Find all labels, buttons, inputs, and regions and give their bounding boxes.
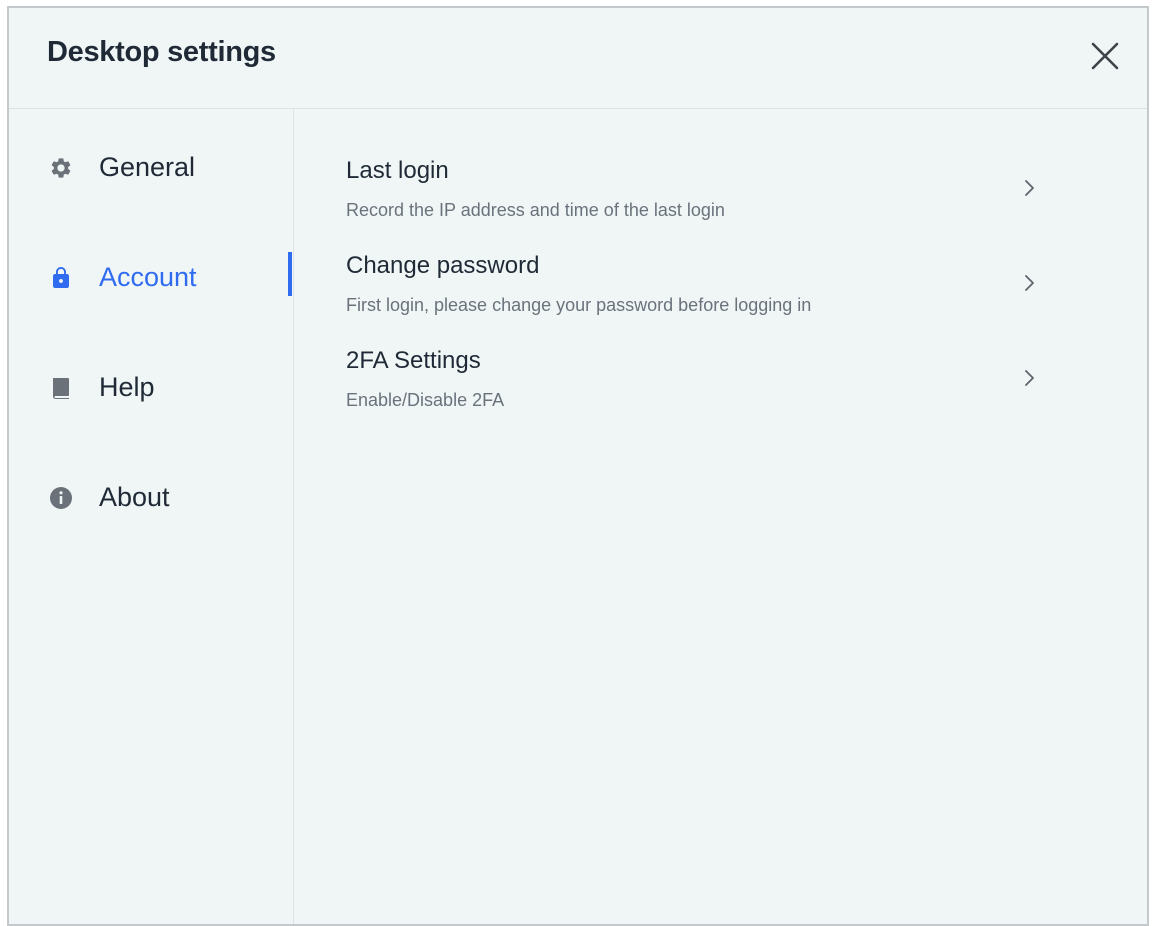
gear-icon <box>51 158 71 178</box>
dialog-title: Desktop settings <box>47 36 276 68</box>
chevron-right-icon <box>1025 275 1034 291</box>
close-icon <box>1091 42 1119 70</box>
sidebar-item-label: General <box>99 152 196 182</box>
dialog-header: Desktop settings <box>9 8 1147 109</box>
row-title: 2FA Settings <box>346 347 481 374</box>
2fa-settings-row[interactable]: 2FA Settings Enable/Disable 2FA <box>294 333 1054 421</box>
settings-window: Desktop settings General Account Help Ab… <box>7 6 1149 926</box>
row-title: Last login <box>346 157 449 184</box>
sidebar-item-label: Account <box>99 262 197 292</box>
row-description: Enable/Disable 2FA <box>346 390 505 410</box>
sidebar-item-label: About <box>99 482 170 512</box>
change-password-row[interactable]: Change password First login, please chan… <box>294 238 1054 326</box>
sidebar-item-help[interactable]: Help <box>9 358 294 418</box>
sidebar-item-about[interactable]: About <box>9 468 294 528</box>
last-login-row[interactable]: Last login Record the IP address and tim… <box>294 143 1054 231</box>
settings-sidebar: General Account Help About <box>9 109 294 924</box>
sidebar-item-label: Help <box>99 372 155 402</box>
active-indicator <box>288 252 292 296</box>
sidebar-item-general[interactable]: General <box>9 138 294 198</box>
chevron-right-icon <box>1025 180 1034 196</box>
lock-icon <box>53 267 69 288</box>
account-settings-panel: Last login Record the IP address and tim… <box>294 109 1147 924</box>
row-title: Change password <box>346 252 540 279</box>
close-button[interactable] <box>1085 36 1125 76</box>
sidebar-item-account[interactable]: Account <box>9 248 294 308</box>
info-icon <box>50 487 72 509</box>
row-description: First login, please change your password… <box>346 295 812 315</box>
book-icon <box>53 378 69 399</box>
chevron-right-icon <box>1025 370 1034 386</box>
row-description: Record the IP address and time of the la… <box>346 200 725 220</box>
